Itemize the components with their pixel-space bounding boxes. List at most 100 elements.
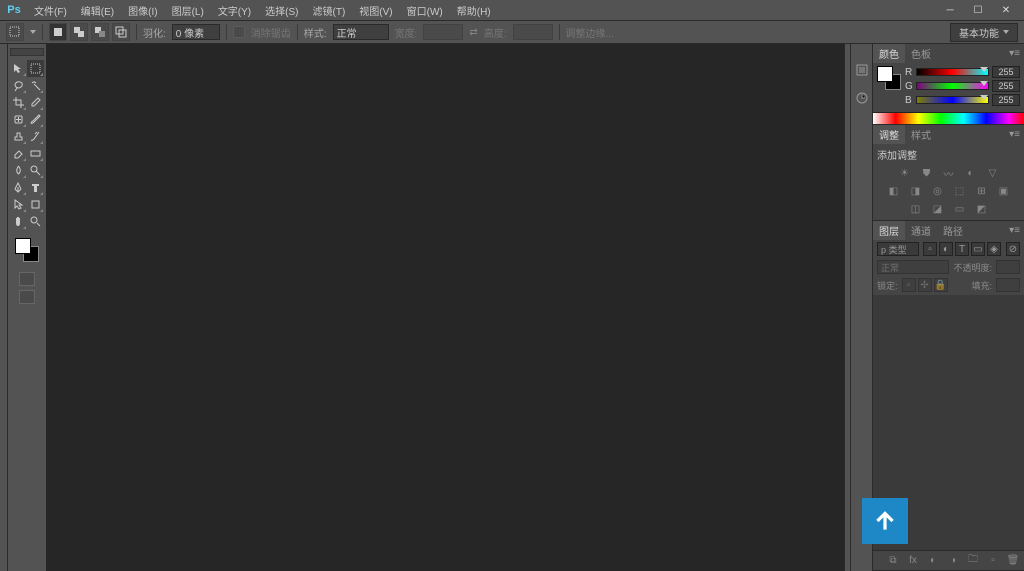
exposure-icon[interactable]: ◐ [963,166,979,180]
crop-tool[interactable] [10,94,27,111]
heal-tool[interactable] [10,111,27,128]
levels-icon[interactable]: ⛊ [919,166,935,180]
filter-toggle[interactable]: ⊘ [1006,242,1020,256]
quickmask-toggle[interactable] [19,272,35,286]
mixer-icon[interactable]: ⬚ [952,184,968,198]
layers-tab[interactable]: 图层 [873,221,905,240]
maximize-button[interactable]: ☐ [964,1,992,19]
color-spectrum[interactable] [873,112,1024,124]
g-slider[interactable] [916,82,989,90]
eraser-tool[interactable] [10,145,27,162]
filter-shape-icon[interactable]: ▭ [971,242,985,256]
gradient-map-icon[interactable]: ▭ [952,202,968,216]
history-panel-icon[interactable] [854,62,870,78]
tool-preset-dropdown[interactable] [30,30,36,34]
menu-file[interactable]: 文件(F) [28,1,73,20]
adjustments-tab[interactable]: 调整 [873,125,905,144]
menu-layer[interactable]: 图层(L) [166,1,210,20]
lookup-icon[interactable]: ⊞ [974,184,990,198]
zoom-tool[interactable] [27,213,44,230]
menu-image[interactable]: 图像(I) [122,1,163,20]
dock-strip-left[interactable] [0,44,8,571]
eyedropper-tool[interactable] [27,94,44,111]
screenmode-toggle[interactable] [19,290,35,304]
shape-tool[interactable] [27,196,44,213]
layer-mask-icon[interactable]: ◐ [926,554,940,568]
history-brush-tool[interactable] [27,128,44,145]
vibrance-icon[interactable]: ▽ [985,166,1001,180]
threshold-icon[interactable]: ◪ [930,202,946,216]
minimize-button[interactable]: ─ [936,1,964,19]
gradient-tool[interactable] [27,145,44,162]
panel-color-swatches[interactable] [877,66,901,90]
filter-adjust-icon[interactable]: ◐ [939,242,953,256]
hand-tool[interactable] [10,213,27,230]
scroll-to-top-button[interactable] [862,498,908,544]
styles-tab[interactable]: 样式 [905,125,937,144]
b-slider[interactable] [916,96,989,104]
b-value[interactable]: 255 [992,94,1020,106]
paths-tab[interactable]: 路径 [937,221,969,240]
menu-view[interactable]: 视图(V) [353,1,398,20]
menu-window[interactable]: 窗口(W) [401,1,449,20]
menu-type[interactable]: 文字(Y) [212,1,257,20]
channels-tab[interactable]: 通道 [905,221,937,240]
layer-fx-icon[interactable]: fx [906,554,920,568]
pen-tool[interactable] [10,179,27,196]
color-tab[interactable]: 颜色 [873,44,905,63]
color-swatches[interactable] [13,236,41,264]
adjust-panel-menu[interactable]: ▾≡ [1005,129,1024,140]
selection-intersect-icon[interactable] [112,23,130,41]
menu-help[interactable]: 帮助(H) [451,1,497,20]
wand-tool[interactable] [27,77,44,94]
path-select-tool[interactable] [10,196,27,213]
delete-layer-icon[interactable]: 🗑 [1006,554,1020,568]
dodge-tool[interactable] [27,162,44,179]
brush-tool[interactable] [27,111,44,128]
selection-add-icon[interactable] [70,23,88,41]
selection-subtract-icon[interactable] [91,23,109,41]
curves-icon[interactable]: 〰 [941,166,957,180]
filter-smart-icon[interactable]: ◈ [987,242,1001,256]
color-panel-menu[interactable]: ▾≡ [1005,48,1024,59]
swatches-tab[interactable]: 色板 [905,44,937,63]
layer-filter-select[interactable]: p 类型 [877,242,919,256]
new-layer-icon[interactable]: ▫ [986,554,1000,568]
selection-new-icon[interactable] [49,23,67,41]
g-value[interactable]: 255 [992,80,1020,92]
filter-type-icon[interactable]: T [955,242,969,256]
tools-drag-handle[interactable] [10,48,44,56]
move-tool[interactable] [10,60,27,77]
r-slider[interactable] [916,68,989,76]
brightness-icon[interactable]: ☀ [897,166,913,180]
bw-icon[interactable]: ◨ [908,184,924,198]
properties-panel-icon[interactable] [854,90,870,106]
menu-filter[interactable]: 滤镜(T) [307,1,352,20]
current-tool-icon[interactable] [6,23,24,41]
posterize-icon[interactable]: ◫ [908,202,924,216]
r-value[interactable]: 255 [992,66,1020,78]
close-button[interactable]: ✕ [992,1,1020,19]
marquee-tool[interactable] [27,60,44,77]
workspace-switcher[interactable]: 基本功能 [950,23,1018,42]
selective-icon[interactable]: ◩ [974,202,990,216]
link-layers-icon[interactable]: ⧉ [886,554,900,568]
style-select[interactable]: 正常 [333,24,389,40]
panel-fg-swatch[interactable] [877,66,893,82]
menu-select[interactable]: 选择(S) [259,1,304,20]
stamp-tool[interactable] [10,128,27,145]
foreground-swatch[interactable] [15,238,31,254]
invert-icon[interactable]: ▣ [996,184,1012,198]
lasso-tool[interactable] [10,77,27,94]
filter-pixel-icon[interactable]: ▫ [923,242,937,256]
new-group-icon[interactable]: 🗀 [966,554,980,568]
blur-tool[interactable] [10,162,27,179]
layers-panel-menu[interactable]: ▾≡ [1005,225,1024,236]
hue-icon[interactable]: ◧ [886,184,902,198]
photo-filter-icon[interactable]: ◎ [930,184,946,198]
menu-edit[interactable]: 编辑(E) [75,1,120,20]
feather-input[interactable]: 0 像素 [172,24,220,40]
new-fill-icon[interactable]: ◑ [946,554,960,568]
canvas-area[interactable] [46,44,844,571]
type-tool[interactable] [27,179,44,196]
